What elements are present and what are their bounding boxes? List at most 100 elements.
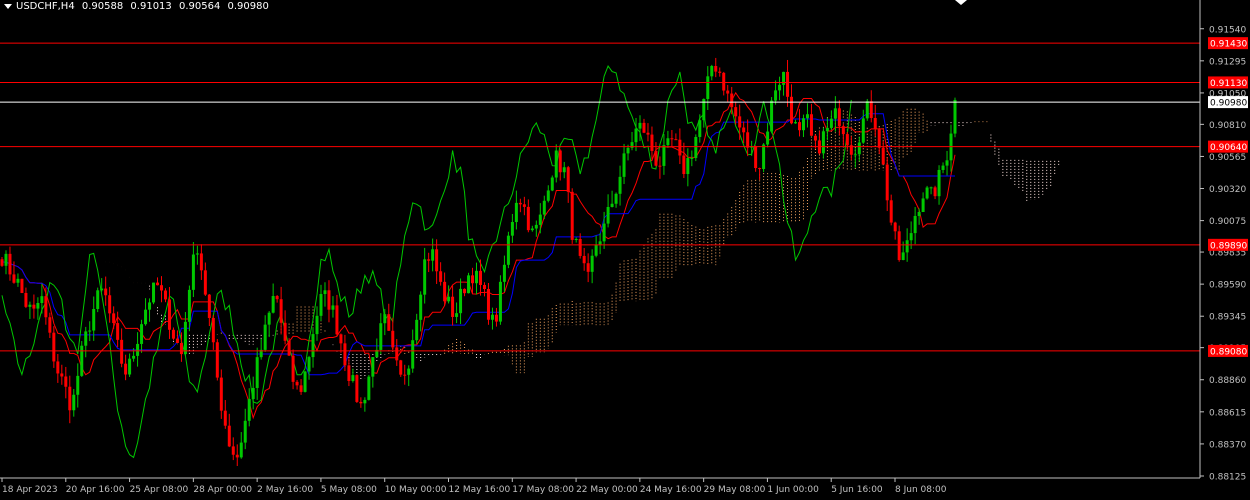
x-tick-label: 1 Jun 00:00 xyxy=(767,485,819,495)
candle-body xyxy=(451,296,455,317)
candle-body xyxy=(439,271,443,282)
candle-body xyxy=(144,309,148,325)
candle-body xyxy=(100,288,104,291)
candle-body xyxy=(837,108,841,127)
candle-body xyxy=(897,231,901,261)
candle-body xyxy=(303,371,307,392)
candle-body xyxy=(28,304,32,307)
x-tick-label: 18 Apr 2023 xyxy=(2,485,58,495)
candle-body xyxy=(68,386,72,411)
candle-body xyxy=(24,292,28,307)
candle-body xyxy=(179,342,183,355)
candle-body xyxy=(857,142,861,155)
candle-body xyxy=(901,252,905,261)
candle-body xyxy=(758,168,762,170)
candle-body xyxy=(478,270,482,285)
candle-body xyxy=(734,107,738,117)
candle-body xyxy=(207,294,211,318)
candle-body xyxy=(833,108,837,119)
candle-body xyxy=(307,357,311,372)
candle-body xyxy=(227,425,231,447)
candle-body xyxy=(339,334,343,344)
candle-body xyxy=(287,340,291,356)
candle-body xyxy=(371,357,375,377)
candle-body xyxy=(152,282,156,303)
candle-body xyxy=(136,343,140,356)
candle-body xyxy=(76,375,80,395)
candle-body xyxy=(518,202,522,205)
candle-body xyxy=(231,446,235,455)
candle-body xyxy=(104,288,108,296)
candle-body xyxy=(774,90,778,101)
candle-body xyxy=(514,202,518,223)
candle-body xyxy=(459,288,463,314)
candle-body xyxy=(570,191,574,240)
candle-body xyxy=(48,317,52,333)
candle-body xyxy=(283,322,287,341)
candle-body xyxy=(602,223,606,242)
candle-body xyxy=(403,374,407,376)
candle-body xyxy=(502,264,506,282)
candle-body xyxy=(347,365,351,381)
candle-body xyxy=(766,131,770,145)
candle-body xyxy=(638,122,642,129)
candle-body xyxy=(72,394,76,411)
candle-body xyxy=(754,146,758,169)
candle-body xyxy=(658,165,662,167)
candle-body xyxy=(427,259,431,261)
shift-marker-icon[interactable] xyxy=(955,0,967,5)
candle-body xyxy=(690,157,694,159)
candle-body xyxy=(730,93,734,108)
candle-body xyxy=(359,401,363,404)
candle-body xyxy=(710,65,714,77)
candle-body xyxy=(722,72,726,91)
candle-body xyxy=(526,206,530,231)
candle-body xyxy=(251,387,255,400)
candle-body xyxy=(534,224,538,229)
candle-body xyxy=(941,165,945,170)
candle-body xyxy=(243,420,247,443)
candle-body xyxy=(4,253,8,266)
candle-body xyxy=(367,376,371,400)
candle-body xyxy=(510,222,514,236)
candle-body xyxy=(159,285,163,291)
candle-body xyxy=(275,296,279,300)
candle-body xyxy=(443,281,447,302)
candle-body xyxy=(383,314,387,324)
candle-body xyxy=(419,294,423,320)
candle-body xyxy=(726,90,730,94)
candle-body xyxy=(191,254,195,290)
candle-body xyxy=(746,132,750,148)
candle-body xyxy=(610,203,614,207)
candle-body xyxy=(335,305,339,335)
candle-body xyxy=(614,193,618,204)
candle-body xyxy=(271,296,275,313)
candle-body xyxy=(8,253,12,275)
candle-body xyxy=(447,296,451,302)
candle-body xyxy=(80,345,84,376)
candle-body xyxy=(235,454,239,458)
x-tick-label: 5 May 08:00 xyxy=(321,485,377,495)
x-tick-label: 25 Apr 08:00 xyxy=(130,485,189,495)
candle-body xyxy=(786,71,790,97)
time-axis: 18 Apr 2023 20 Apr 16:00 25 Apr 08:00 28 Ap… xyxy=(1,478,947,495)
candle-body xyxy=(594,244,598,256)
candle-body xyxy=(355,375,359,402)
candle-body xyxy=(219,377,223,411)
candle-body xyxy=(562,167,566,173)
price-chart[interactable]: 0.915400.912950.910500.908100.905650.903… xyxy=(0,0,1250,500)
current-price-label: 0.90980 xyxy=(1210,99,1247,109)
candle-body xyxy=(463,288,467,294)
y-tick-label: 0.89345 xyxy=(1209,313,1246,323)
candle-body xyxy=(239,442,243,458)
candle-body xyxy=(175,338,179,343)
candle-body xyxy=(52,332,56,362)
candle-body xyxy=(674,139,678,141)
candle-body xyxy=(195,253,199,255)
candle-body xyxy=(490,314,494,320)
candle-body xyxy=(60,373,64,377)
candle-body xyxy=(156,282,160,286)
y-tick-label: 0.88615 xyxy=(1209,408,1246,418)
candle-body xyxy=(642,122,646,133)
candle-body xyxy=(865,101,869,119)
